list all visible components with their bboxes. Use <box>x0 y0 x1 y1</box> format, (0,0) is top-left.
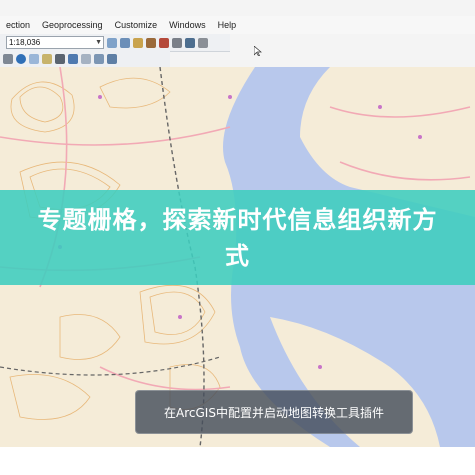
caption-text: 在ArcGIS中配置并启动地图转换工具插件 <box>164 405 384 420</box>
subtitle-caption: 在ArcGIS中配置并启动地图转换工具插件 <box>135 390 413 434</box>
clear-selection-icon[interactable] <box>29 54 39 64</box>
banner-title: 专题栅格，探索新时代信息组织新方式 <box>37 205 438 270</box>
info-icon[interactable] <box>16 54 26 64</box>
add-data-icon[interactable] <box>107 37 117 48</box>
table-icon[interactable] <box>133 37 143 48</box>
menu-geoprocessing[interactable]: Geoprocessing <box>36 20 109 30</box>
find-icon[interactable] <box>55 54 65 64</box>
tools-toolbar <box>0 51 170 68</box>
arrow-icon[interactable] <box>3 54 13 64</box>
search-window-icon[interactable] <box>159 37 169 48</box>
catalog-icon[interactable] <box>146 37 156 48</box>
time-slider-icon[interactable] <box>81 54 91 64</box>
headline-banner: 专题栅格，探索新时代信息组织新方式 <box>0 190 475 285</box>
report-icon[interactable] <box>94 54 104 64</box>
status-bar <box>0 447 475 475</box>
model-icon[interactable] <box>172 37 182 48</box>
arcmap-window: ection Geoprocessing Customize Windows H… <box>0 0 475 475</box>
map-scale-dropdown[interactable]: 1:18,036 ▼ <box>6 36 104 49</box>
mouse-cursor-icon <box>254 46 262 56</box>
standard-toolbar: 1:18,036 ▼ <box>0 34 230 52</box>
go-to-xy-icon[interactable] <box>68 54 78 64</box>
identify-icon[interactable] <box>107 54 117 64</box>
menu-windows[interactable]: Windows <box>163 20 212 30</box>
menu-bar: ection Geoprocessing Customize Windows H… <box>0 16 475 34</box>
layer-icon[interactable] <box>120 37 130 48</box>
menu-help[interactable]: Help <box>212 20 243 30</box>
menu-selection[interactable]: ection <box>0 20 36 30</box>
measure-icon[interactable] <box>42 54 52 64</box>
map-scale-value: 1:18,036 <box>9 38 41 47</box>
chevron-down-icon[interactable]: ▼ <box>95 37 102 48</box>
menu-customize[interactable]: Customize <box>109 20 164 30</box>
editor-icon[interactable] <box>198 37 208 48</box>
toolbox-icon[interactable] <box>185 37 195 48</box>
